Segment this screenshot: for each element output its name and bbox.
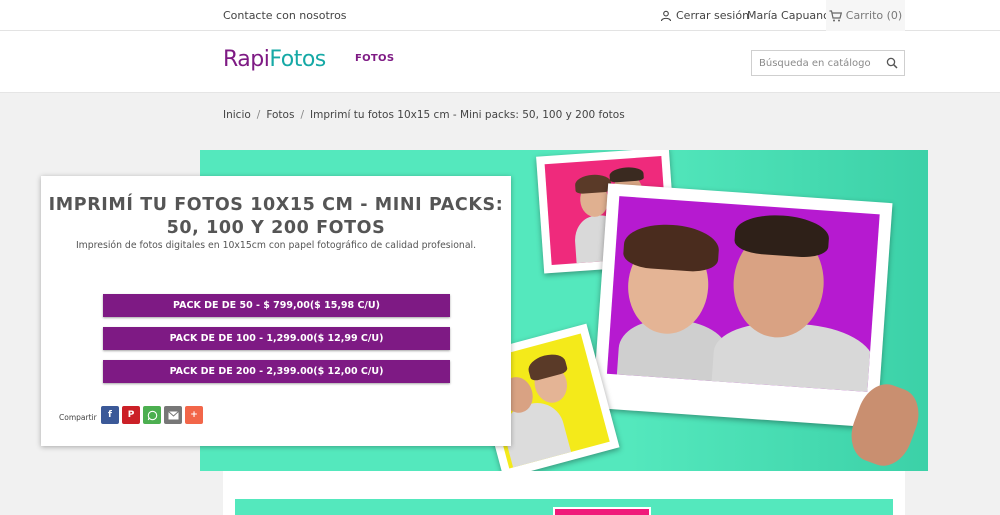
share-email-button[interactable] (164, 406, 182, 424)
product-details-panel (223, 471, 905, 515)
breadcrumb: Inicio / Fotos / Imprimí tu fotos 10x15 … (223, 109, 625, 121)
share-facebook-button[interactable]: f (101, 406, 119, 424)
pinterest-icon: P (127, 410, 135, 420)
nav-item-fotos[interactable]: FOTOS (355, 53, 394, 64)
email-icon (167, 410, 179, 419)
pack-100-button[interactable]: PACK DE DE 100 - 1,299.00($ 12,99 C/U) (103, 327, 450, 350)
cart-button[interactable]: Carrito (0) (826, 0, 905, 31)
product-card: IMPRIMÍ TU FOTOS 10X15 CM - MINI PACKS: … (41, 176, 511, 446)
site-logo[interactable]: RapiFotos (223, 47, 326, 72)
user-icon (660, 10, 672, 21)
search-input[interactable] (752, 51, 880, 75)
search-box (751, 50, 905, 76)
logo-text-rapi: Rapi (223, 47, 270, 72)
pack-50-button[interactable]: PACK DE DE 50 - $ 799,00($ 15,98 C/U) (103, 294, 450, 317)
photo-large-magenta (592, 183, 893, 428)
logo-text-fotos: Fotos (269, 47, 326, 72)
share-more-button[interactable]: + (185, 406, 203, 424)
pack-200-button[interactable]: PACK DE DE 200 - 2,399.00($ 12,00 C/U) (103, 360, 450, 383)
more-icon: + (190, 410, 198, 420)
breadcrumb-separator: / (300, 109, 304, 121)
cart-icon (829, 9, 842, 21)
product-subtitle: Impresión de fotos digitales en 10x15cm … (75, 240, 477, 251)
site-header: RapiFotos FOTOS (0, 31, 1000, 93)
secondary-banner-photo (553, 507, 651, 515)
breadcrumb-item-current: Imprimí tu fotos 10x15 cm - Mini packs: … (310, 109, 625, 121)
facebook-icon: f (108, 410, 112, 420)
account-link[interactable]: María Capuano (747, 9, 830, 22)
product-title-line-1: IMPRIMÍ TU FOTOS 10X15 CM - MINI PACKS: (48, 195, 504, 215)
search-icon[interactable] (886, 57, 898, 69)
breadcrumb-separator: / (256, 109, 261, 121)
product-title: IMPRIMÍ TU FOTOS 10X15 CM - MINI PACKS: … (41, 194, 511, 240)
breadcrumb-item-fotos[interactable]: Fotos (266, 109, 294, 121)
whatsapp-icon (147, 410, 157, 420)
contact-link[interactable]: Contacte con nosotros (223, 9, 347, 22)
logout-link[interactable]: Cerrar sesión (660, 9, 749, 22)
breadcrumb-item-home[interactable]: Inicio (223, 109, 251, 121)
share-whatsapp-button[interactable] (143, 406, 161, 424)
share-label: Compartir (59, 413, 97, 422)
top-bar: Contacte con nosotros Cerrar sesión Marí… (0, 0, 1000, 31)
share-pinterest-button[interactable]: P (122, 406, 140, 424)
cart-label: Carrito (0) (845, 9, 903, 22)
product-title-line-2: 50, 100 Y 200 FOTOS (166, 218, 386, 238)
logout-label: Cerrar sesión (676, 9, 750, 22)
